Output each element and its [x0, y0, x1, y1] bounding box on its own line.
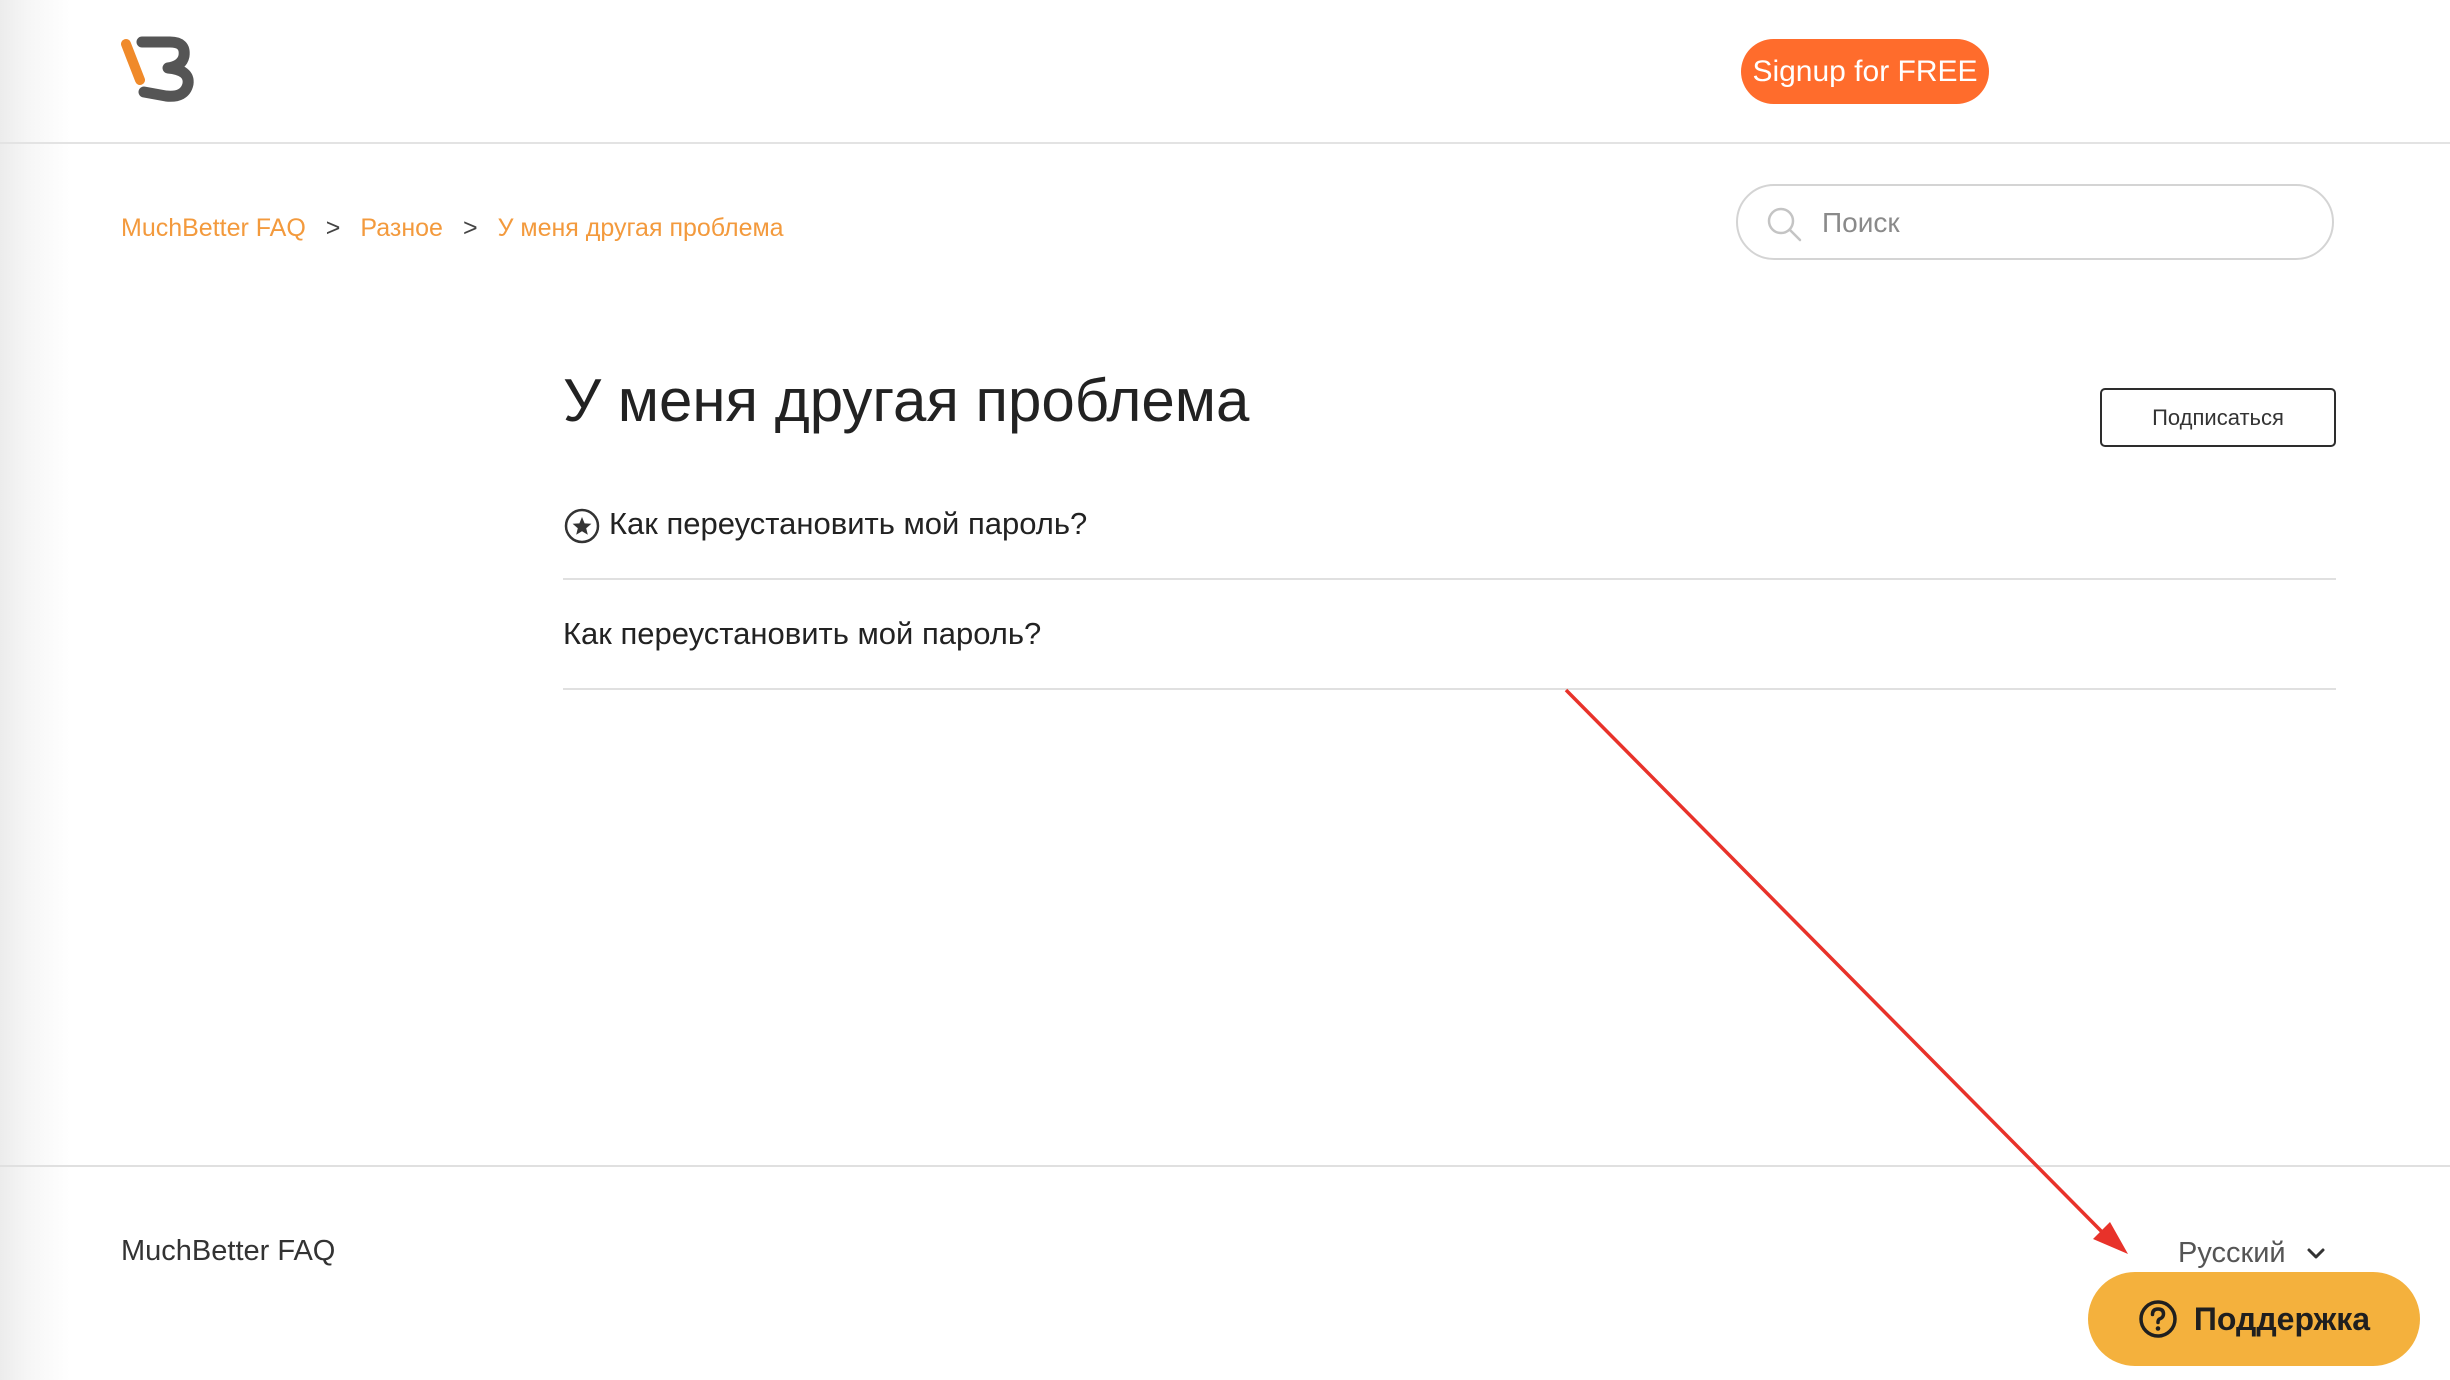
support-button[interactable]: Поддержка: [2088, 1272, 2420, 1366]
footer-home-link[interactable]: MuchBetter FAQ: [121, 1235, 335, 1268]
list-item: Как переустановить мой пароль?: [563, 580, 2336, 690]
chevron-down-icon: [2307, 1248, 2325, 1258]
search-icon: [1767, 207, 1802, 242]
search-input[interactable]: [1820, 200, 2304, 246]
site-header: Signup for FREE: [0, 0, 2450, 144]
muchbetter-logo-icon[interactable]: [118, 32, 198, 104]
list-item: Как переустановить мой пароль?: [563, 470, 2336, 580]
breadcrumb-item-category[interactable]: Разное: [360, 214, 443, 243]
article-list: Как переустановить мой пароль? Как переу…: [563, 470, 2336, 690]
breadcrumb-separator: >: [462, 213, 478, 242]
breadcrumb-item-home[interactable]: MuchBetter FAQ: [121, 214, 306, 243]
signup-button[interactable]: Signup for FREE: [1741, 39, 1989, 104]
breadcrumb-separator: >: [325, 213, 341, 242]
star-icon: [564, 508, 600, 544]
search-box[interactable]: [1736, 184, 2334, 260]
page-title: У меня другая проблема: [563, 367, 1250, 434]
language-selector[interactable]: Русский: [2178, 1237, 2326, 1270]
question-circle-icon: [2139, 1300, 2177, 1338]
site-footer: MuchBetter FAQ Русский: [0, 1165, 2450, 1380]
language-label: Русский: [2178, 1237, 2286, 1269]
support-label: Поддержка: [2193, 1300, 2371, 1337]
subscribe-button[interactable]: Подписаться: [2100, 388, 2336, 447]
breadcrumb-item-section[interactable]: У меня другая проблема: [498, 214, 784, 243]
breadcrumb: MuchBetter FAQ > Разное > У меня другая …: [121, 210, 784, 246]
article-link[interactable]: Как переустановить мой пароль?: [563, 616, 1041, 652]
article-link[interactable]: Как переустановить мой пароль?: [609, 506, 1087, 542]
